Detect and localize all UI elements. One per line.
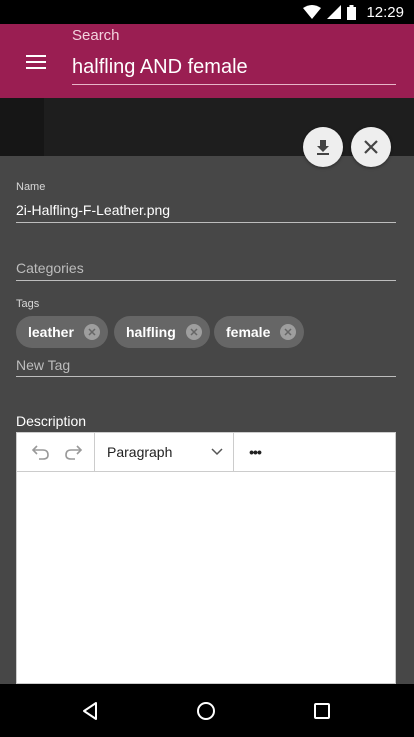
tag-chip-label: halfling <box>126 324 176 340</box>
categories-input[interactable] <box>16 256 396 281</box>
cell-signal-icon <box>327 5 342 19</box>
download-button[interactable] <box>303 127 343 167</box>
description-label: Description <box>16 413 87 429</box>
back-button[interactable] <box>60 684 120 737</box>
search-label: Search <box>72 27 120 44</box>
tag-chip-label: leather <box>28 324 74 340</box>
search-input[interactable] <box>72 50 396 85</box>
wifi-icon <box>303 5 322 19</box>
tag-chip[interactable]: female <box>214 316 305 348</box>
recents-button[interactable] <box>292 684 352 737</box>
undo-button[interactable] <box>25 437 55 467</box>
undo-icon <box>31 445 49 460</box>
remove-tag-icon[interactable] <box>83 324 100 340</box>
tag-chip[interactable]: leather <box>16 316 108 348</box>
tag-chip[interactable]: halfling <box>114 316 210 348</box>
new-tag-input[interactable] <box>16 354 396 377</box>
close-button[interactable] <box>351 127 391 167</box>
remove-tag-icon[interactable] <box>185 324 202 340</box>
tags-label: Tags <box>16 298 40 310</box>
name-label: Name <box>16 181 46 193</box>
back-triangle-icon <box>83 701 97 720</box>
hamburger-menu-icon <box>26 55 46 69</box>
name-input[interactable] <box>16 198 396 223</box>
status-time: 12:29 <box>366 3 404 21</box>
block-format-select[interactable]: Paragraph <box>95 433 233 471</box>
redo-icon <box>65 445 83 460</box>
more-options-button[interactable]: ••• <box>237 437 273 467</box>
block-format-label: Paragraph <box>107 444 173 460</box>
app-bar: Search <box>0 24 414 98</box>
home-button[interactable] <box>176 684 236 737</box>
battery-icon <box>347 4 357 20</box>
toolbar-divider <box>233 433 234 471</box>
status-icons: 12:29 <box>303 0 404 24</box>
close-icon <box>364 140 378 154</box>
editor-content-area[interactable] <box>17 472 395 684</box>
remove-tag-icon[interactable] <box>280 324 297 340</box>
chevron-down-icon <box>211 448 223 456</box>
recents-square-icon <box>314 702 330 719</box>
description-editor[interactable]: Paragraph ••• <box>16 432 396 684</box>
download-icon <box>317 140 329 155</box>
tag-chip-label: female <box>226 324 271 340</box>
status-bar: 12:29 <box>0 0 414 24</box>
menu-button[interactable] <box>18 48 54 76</box>
home-circle-icon <box>197 701 215 720</box>
redo-button[interactable] <box>59 437 89 467</box>
editor-toolbar: Paragraph ••• <box>17 433 395 472</box>
navigation-bar <box>0 684 414 737</box>
